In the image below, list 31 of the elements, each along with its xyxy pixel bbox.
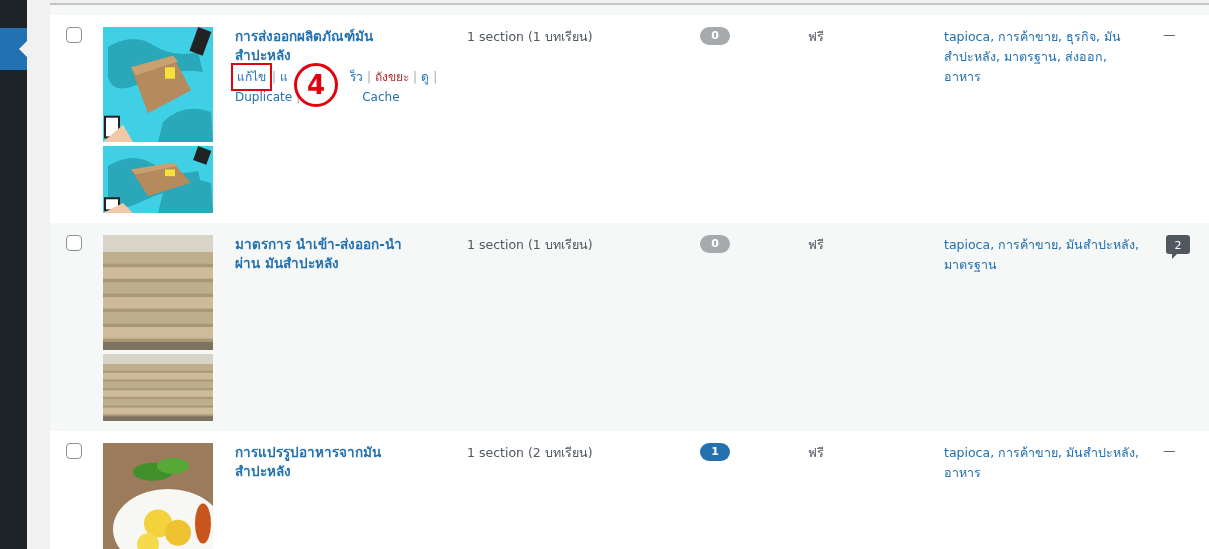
separator: | bbox=[433, 69, 438, 86]
tag-links[interactable]: tapioca, การค้าขาย, ธุรกิจ, มันสำปะหลัง, มาตรฐาน, ส่งออก, อาหาร bbox=[944, 27, 1139, 87]
section-count: 1 section (1 บทเรียน) bbox=[467, 29, 593, 44]
price-text: ฟรี bbox=[808, 29, 824, 44]
count-badge: 0 bbox=[700, 27, 730, 45]
row-action-link[interactable]: ดู bbox=[421, 67, 430, 87]
count-badge: 1 bbox=[700, 443, 730, 461]
course-title-link[interactable]: การแปรรูปอาหารจากมันสำปะหลัง bbox=[235, 443, 420, 481]
price-text: ฟรี bbox=[808, 237, 824, 252]
separator: | bbox=[367, 69, 372, 86]
row-action-link[interactable]: Cache bbox=[362, 87, 400, 107]
section-count: 1 section (2 บทเรียน) bbox=[467, 445, 593, 460]
separator: | bbox=[413, 69, 418, 86]
no-comments-dash: — bbox=[1163, 443, 1176, 458]
section-count: 1 section (1 บทเรียน) bbox=[467, 237, 593, 252]
sidebar-item[interactable] bbox=[0, 28, 27, 70]
course-title-link[interactable]: มาตรการ นำเข้า-ส่งออก-นำผ่าน มันสำปะหลัง bbox=[235, 235, 420, 273]
tag-links[interactable]: tapioca, การค้าขาย, มันสำปะหลัง, อาหาร bbox=[944, 443, 1139, 483]
row-checkbox[interactable] bbox=[66, 443, 82, 459]
row-checkbox[interactable] bbox=[66, 235, 82, 251]
no-comments-dash: — bbox=[1163, 27, 1176, 42]
course-title-link[interactable]: การส่งออกผลิตภัณฑ์มันสำปะหลัง bbox=[235, 27, 420, 65]
count-badge: 0 bbox=[700, 235, 730, 253]
row-action-link[interactable]: แ bbox=[280, 67, 289, 87]
trash-link[interactable]: ถังขยะ bbox=[375, 67, 410, 87]
row-action-link[interactable]: ร็ว bbox=[350, 67, 364, 87]
price-text: ฟรี bbox=[808, 445, 824, 460]
row-action-link[interactable]: Duplicate bbox=[235, 87, 293, 107]
tag-links[interactable]: tapioca, การค้าขาย, มันสำปะหลัง, มาตรฐาน bbox=[944, 235, 1139, 275]
separator: | bbox=[272, 69, 277, 86]
row-checkbox[interactable] bbox=[66, 27, 82, 43]
